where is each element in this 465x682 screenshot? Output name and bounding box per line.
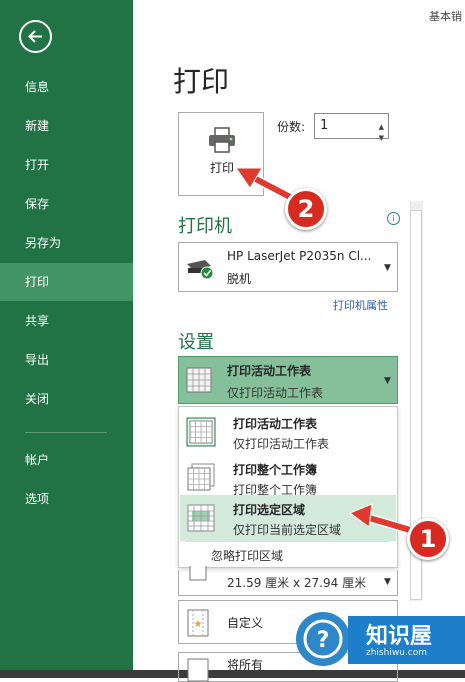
arrow-to-selection-icon	[348, 503, 415, 535]
watermark-url: zhishiwu.com	[366, 648, 427, 658]
step-2-badge: 2	[285, 188, 327, 230]
svg-text:?: ?	[317, 628, 330, 653]
watermark-logo-icon: ?	[296, 612, 350, 666]
watermark-name: 知识屋	[366, 624, 433, 649]
watermark-banner: 知识屋 zhishiwu.com	[348, 616, 465, 664]
annotation-arrows	[235, 167, 415, 535]
step-1-badge: 1	[407, 518, 449, 560]
arrow-to-print-icon	[235, 167, 297, 203]
